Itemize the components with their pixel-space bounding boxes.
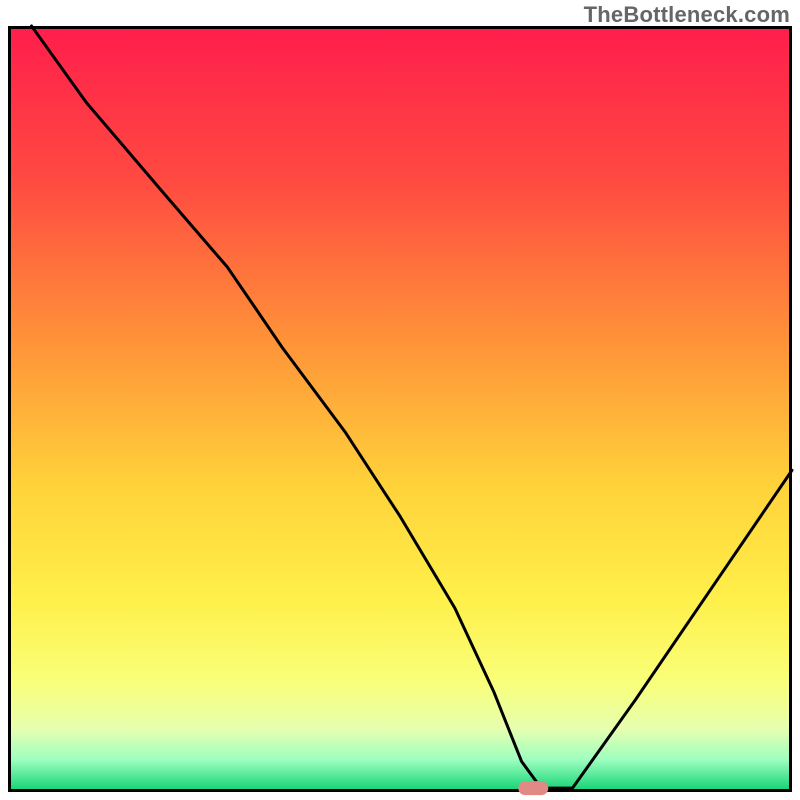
optimum-marker [518, 781, 548, 795]
plot-gradient-background [10, 28, 790, 790]
bottleneck-chart: TheBottleneck.com [0, 0, 800, 800]
chart-svg [0, 0, 800, 800]
watermark-text: TheBottleneck.com [584, 2, 790, 28]
